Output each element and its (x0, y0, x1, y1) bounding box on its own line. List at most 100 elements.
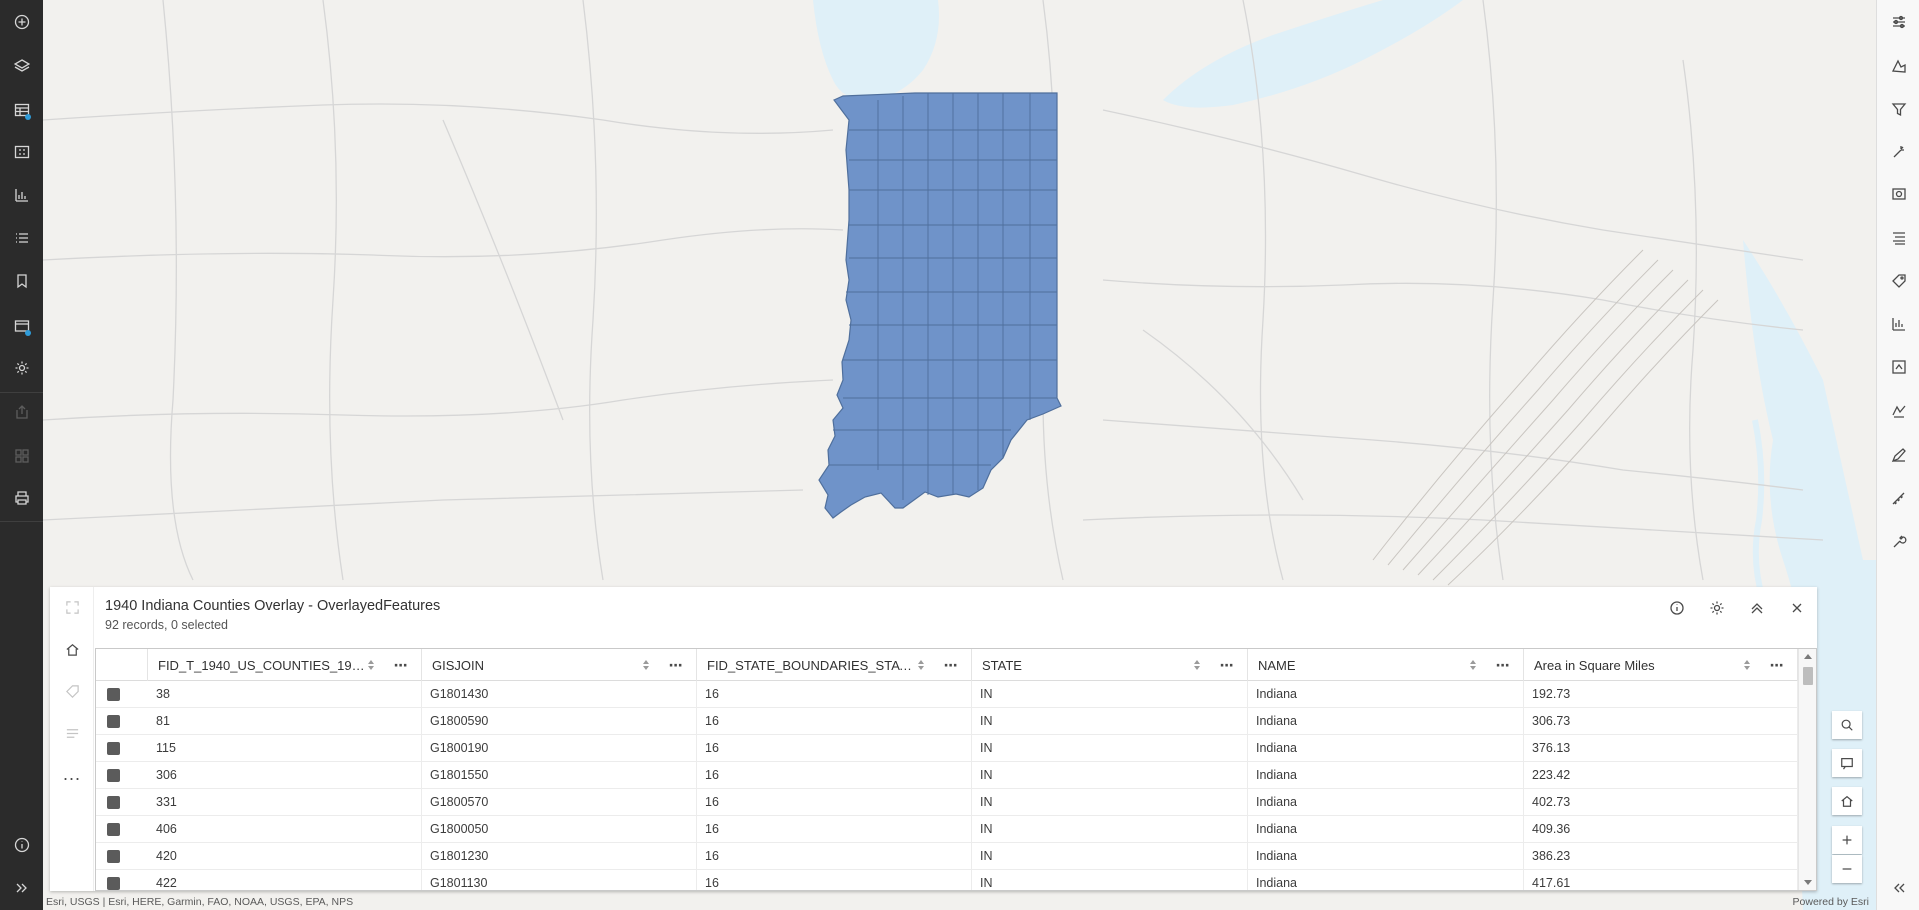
widgets-icon[interactable] (0, 134, 43, 170)
sort-icon[interactable] (1741, 658, 1753, 672)
cell: 16 (697, 708, 972, 735)
table-row[interactable]: 406 G1800050 16 IN Indiana 409.36 (96, 816, 1798, 843)
popup-dock-button[interactable] (1832, 749, 1862, 777)
search-button[interactable] (1832, 711, 1862, 739)
measure-icon[interactable] (1877, 481, 1919, 517)
cell: 422 (148, 870, 422, 890)
record-count: 92 records, 0 selected (105, 618, 228, 632)
scroll-down-icon[interactable] (1804, 880, 1812, 885)
cell: 409.36 (1524, 816, 1798, 843)
column-menu-button[interactable]: ⋯ (1765, 657, 1789, 674)
cell: G1801130 (422, 870, 697, 890)
info-icon[interactable] (0, 827, 43, 863)
close-button[interactable] (1777, 593, 1817, 623)
grid-header: FID_T_1940_US_COUNTIES_1940_... ⋯ GISJOI… (96, 649, 1798, 681)
zoom-in-button[interactable] (1832, 826, 1862, 854)
tables-icon[interactable] (0, 92, 43, 128)
column-label: STATE (982, 657, 1022, 673)
column-header[interactable]: STATE ⋯ (972, 649, 1248, 681)
column-header[interactable]: FID_STATE_BOUNDARIES_STATE_... ⋯ (697, 649, 972, 681)
settings-icon[interactable] (0, 350, 43, 386)
analysis-icon[interactable] (1877, 306, 1919, 342)
table-row[interactable]: 115 G1800190 16 IN Indiana 376.13 (96, 735, 1798, 762)
add-icon[interactable] (0, 4, 43, 40)
column-header[interactable]: GISJOIN ⋯ (422, 649, 697, 681)
column-menu-button[interactable]: ⋯ (389, 657, 413, 674)
more-options-button[interactable]: ... (50, 754, 94, 794)
cell: G1801430 (422, 681, 697, 708)
cell: Indiana (1248, 789, 1524, 816)
scrollbar-thumb[interactable] (1803, 667, 1813, 685)
cell: 306.73 (1524, 708, 1798, 735)
table-row[interactable]: 306 G1801550 16 IN Indiana 223.42 (96, 762, 1798, 789)
column-menu-button[interactable]: ⋯ (939, 657, 963, 674)
collapse-icon[interactable] (1877, 870, 1919, 906)
table-row[interactable]: 81 G1800590 16 IN Indiana 306.73 (96, 708, 1798, 735)
scroll-up-icon[interactable] (1804, 654, 1812, 659)
info-button[interactable] (1657, 593, 1697, 623)
attribute-table-panel: ... 1940 Indiana Counties Overlay - Over… (50, 587, 1817, 891)
home-button[interactable] (1832, 787, 1862, 815)
row-select-checkbox[interactable] (107, 850, 120, 863)
sketch-icon[interactable] (1877, 393, 1919, 429)
row-select-checkbox[interactable] (107, 742, 120, 755)
cell: IN (972, 762, 1248, 789)
share-icon (0, 394, 43, 430)
cell: IN (972, 708, 1248, 735)
fields-icon[interactable] (1877, 220, 1919, 256)
row-select-checkbox[interactable] (107, 715, 120, 728)
column-header[interactable]: FID_T_1940_US_COUNTIES_1940_... ⋯ (148, 649, 422, 681)
column-header[interactable]: NAME ⋯ (1248, 649, 1524, 681)
row-select-checkbox[interactable] (107, 823, 120, 836)
effects-icon[interactable] (1877, 134, 1919, 170)
options-icon (1710, 601, 1724, 615)
labels-icon[interactable] (1877, 263, 1919, 299)
pop-ups-icon[interactable] (1877, 177, 1919, 213)
vertical-scrollbar[interactable] (1798, 649, 1816, 890)
row-select-checkbox[interactable] (107, 769, 120, 782)
column-label: GISJOIN (432, 657, 485, 673)
configure-icon[interactable] (1877, 349, 1919, 385)
left-toolbar (0, 0, 43, 910)
cell: 223.42 (1524, 762, 1798, 789)
notification-dot (25, 114, 31, 120)
expand-icon[interactable] (0, 870, 43, 906)
cell: Indiana (1248, 762, 1524, 789)
home-icon[interactable] (50, 629, 94, 669)
layers-icon[interactable] (0, 48, 43, 84)
table-row[interactable]: 38 G1801430 16 IN Indiana 192.73 (96, 681, 1798, 708)
row-select-checkbox[interactable] (107, 688, 120, 701)
table-row[interactable]: 420 G1801230 16 IN Indiana 386.23 (96, 843, 1798, 870)
table-row[interactable]: 331 G1800570 16 IN Indiana 402.73 (96, 789, 1798, 816)
sort-icon[interactable] (640, 658, 652, 672)
sort-icon[interactable] (365, 658, 377, 672)
cell: G1800570 (422, 789, 697, 816)
cell: Indiana (1248, 816, 1524, 843)
powered-by-esri[interactable]: Powered by Esri (1793, 896, 1869, 908)
options-button[interactable] (1697, 593, 1737, 623)
collapse-up-button[interactable] (1737, 593, 1777, 623)
styles-icon[interactable] (1877, 48, 1919, 84)
map-attribution[interactable]: Esri, USGS | Esri, HERE, Garmin, FAO, NO… (46, 896, 353, 908)
row-select-checkbox[interactable] (107, 796, 120, 809)
filter-icon[interactable] (1877, 91, 1919, 127)
charts-icon[interactable] (0, 177, 43, 213)
column-menu-button[interactable]: ⋯ (1215, 657, 1239, 674)
sort-icon[interactable] (1191, 658, 1203, 672)
bookmarks-icon[interactable] (0, 263, 43, 299)
row-select-checkbox[interactable] (107, 877, 120, 890)
zoom-out-button[interactable] (1832, 855, 1862, 883)
sort-icon[interactable] (1467, 658, 1479, 672)
column-menu-button[interactable]: ⋯ (664, 657, 688, 674)
edit-icon[interactable] (1877, 437, 1919, 473)
tools-icon[interactable] (1877, 524, 1919, 560)
map-properties-icon[interactable] (0, 308, 43, 344)
legend-icon[interactable] (0, 220, 43, 256)
collapse-up-icon (1751, 603, 1763, 614)
column-menu-button[interactable]: ⋯ (1491, 657, 1515, 674)
properties-icon[interactable] (1877, 4, 1919, 40)
column-header[interactable]: Area in Square Miles ⋯ (1524, 649, 1798, 681)
table-row[interactable]: 422 G1801130 16 IN Indiana 417.61 (96, 870, 1798, 890)
sort-icon[interactable] (915, 658, 927, 672)
print-icon[interactable] (0, 480, 43, 516)
